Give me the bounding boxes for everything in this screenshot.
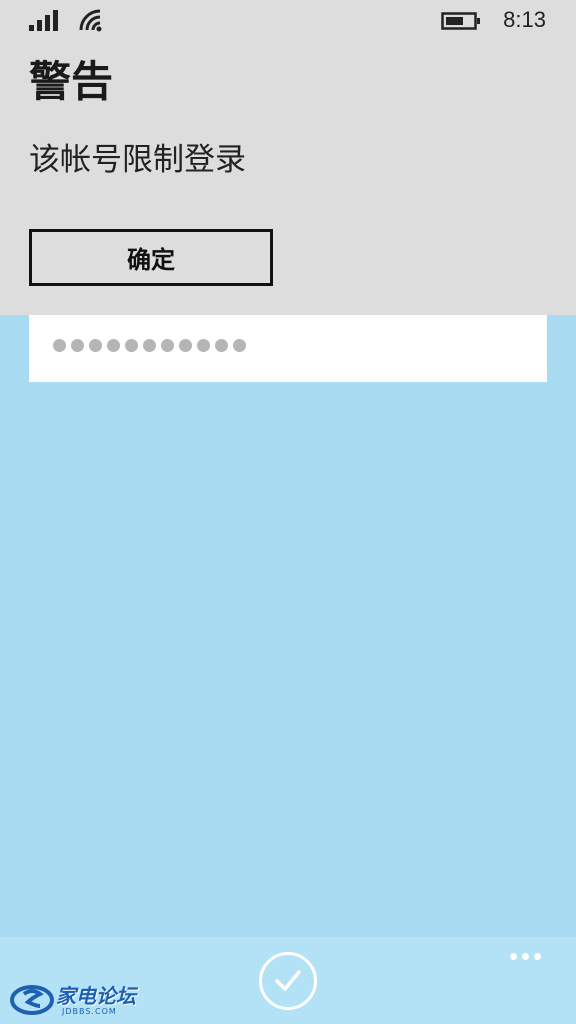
more-ellipsis-icon [522, 952, 529, 960]
confirm-button-label: 确定 [127, 246, 175, 274]
alert-message: 该帐号限制登录 [29, 142, 246, 178]
password-dot [161, 339, 174, 352]
alert-dialog: 8:13 警告 该帐号限制登录 确定 [0, 0, 576, 315]
watermark-text: 家电论坛 [56, 984, 136, 1008]
password-dot [179, 339, 192, 352]
password-dot [233, 339, 246, 352]
password-dot [71, 339, 84, 352]
watermark-subtext: JDBBS.COM [62, 1007, 117, 1016]
password-mask [53, 339, 246, 352]
password-dot [215, 339, 228, 352]
password-field[interactable] [29, 315, 547, 382]
battery-icon [441, 12, 480, 30]
password-dot [125, 339, 138, 352]
password-dot [107, 339, 120, 352]
status-bar: 8:13 [0, 0, 576, 40]
password-dot [197, 339, 210, 352]
password-dot [89, 339, 102, 352]
password-dot [143, 339, 156, 352]
alert-title: 警告 [29, 57, 114, 106]
status-time: 8:13 [503, 7, 546, 32]
more-ellipsis-icon [510, 952, 517, 960]
more-ellipsis-button[interactable] [510, 949, 550, 963]
confirm-button[interactable]: 确定 [29, 229, 273, 286]
password-dot [53, 339, 66, 352]
watermark: 家电论坛 JDBBS.COM [10, 984, 140, 1018]
wifi-icon [79, 9, 102, 32]
more-ellipsis-icon [534, 952, 541, 960]
watermark-logo-icon [10, 985, 54, 1015]
checkmark-icon [275, 970, 301, 991]
cellular-signal-icon [29, 10, 58, 31]
confirm-check-button[interactable] [259, 952, 317, 1010]
